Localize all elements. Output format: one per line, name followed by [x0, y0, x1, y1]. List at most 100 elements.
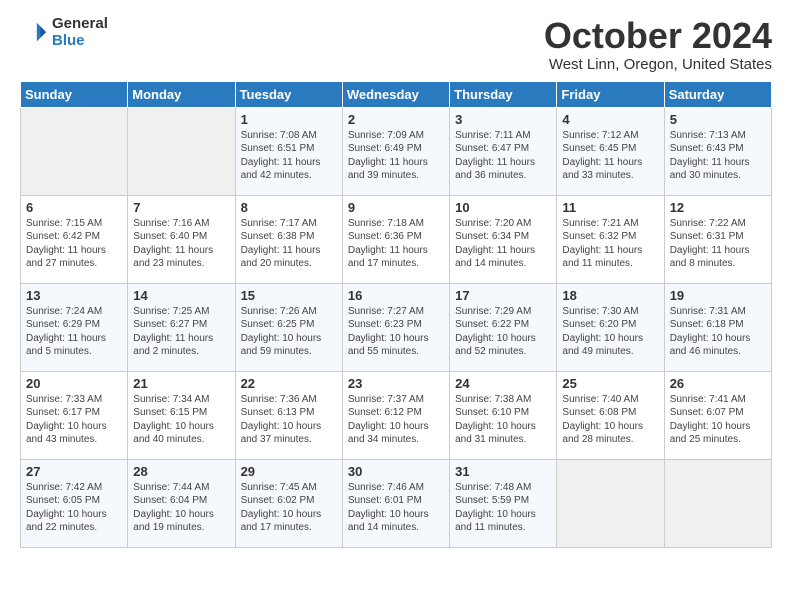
day-number: 27 [26, 464, 122, 479]
calendar-cell: 14 Sunrise: 7:25 AMSunset: 6:27 PMDayligh… [128, 283, 235, 371]
calendar-cell: 31 Sunrise: 7:48 AMSunset: 5:59 PMDayligh… [450, 459, 557, 547]
calendar-cell: 1 Sunrise: 7:08 AMSunset: 6:51 PMDaylight… [235, 107, 342, 195]
day-number: 23 [348, 376, 444, 391]
day-detail: Sunrise: 7:33 AMSunset: 6:17 PMDaylight:… [26, 393, 122, 447]
calendar-cell: 17 Sunrise: 7:29 AMSunset: 6:22 PMDayligh… [450, 283, 557, 371]
calendar-cell: 20 Sunrise: 7:33 AMSunset: 6:17 PMDayligh… [21, 371, 128, 459]
calendar-cell [557, 459, 664, 547]
day-number: 14 [133, 288, 229, 303]
calendar-cell: 10 Sunrise: 7:20 AMSunset: 6:34 PMDayligh… [450, 195, 557, 283]
day-number: 6 [26, 200, 122, 215]
day-detail: Sunrise: 7:08 AMSunset: 6:51 PMDaylight:… [241, 129, 337, 183]
calendar-header-monday: Monday [128, 81, 235, 107]
calendar-week-row: 1 Sunrise: 7:08 AMSunset: 6:51 PMDaylight… [21, 107, 772, 195]
day-detail: Sunrise: 7:20 AMSunset: 6:34 PMDaylight:… [455, 217, 551, 271]
logo-general: General [52, 16, 108, 33]
day-detail: Sunrise: 7:45 AMSunset: 6:02 PMDaylight:… [241, 481, 337, 535]
calendar-week-row: 6 Sunrise: 7:15 AMSunset: 6:42 PMDaylight… [21, 195, 772, 283]
day-detail: Sunrise: 7:17 AMSunset: 6:38 PMDaylight:… [241, 217, 337, 271]
day-detail: Sunrise: 7:16 AMSunset: 6:40 PMDaylight:… [133, 217, 229, 271]
calendar-cell: 21Sunrise: 7:34 AMSunset: 6:15 PMDayligh… [128, 371, 235, 459]
day-detail: Sunrise: 7:29 AMSunset: 6:22 PMDaylight:… [455, 305, 551, 359]
day-number: 17 [455, 288, 551, 303]
calendar-cell: 19 Sunrise: 7:31 AMSunset: 6:18 PMDayligh… [664, 283, 771, 371]
calendar-cell [664, 459, 771, 547]
calendar-cell: 27 Sunrise: 7:42 AMSunset: 6:05 PMDayligh… [21, 459, 128, 547]
calendar-cell: 15 Sunrise: 7:26 AMSunset: 6:25 PMDayligh… [235, 283, 342, 371]
title-block: October 2024 West Linn, Oregon, United S… [544, 16, 772, 73]
calendar-header-sunday: Sunday [21, 81, 128, 107]
calendar-header-wednesday: Wednesday [342, 81, 449, 107]
calendar-cell: 8 Sunrise: 7:17 AMSunset: 6:38 PMDaylight… [235, 195, 342, 283]
day-detail: Sunrise: 7:48 AMSunset: 5:59 PMDaylight:… [455, 481, 551, 535]
calendar-cell: 2 Sunrise: 7:09 AMSunset: 6:49 PMDaylight… [342, 107, 449, 195]
day-detail: Sunrise: 7:26 AMSunset: 6:25 PMDaylight:… [241, 305, 337, 359]
day-detail: Sunrise: 7:34 AMSunset: 6:15 PMDaylight:… [133, 393, 229, 447]
day-number: 8 [241, 200, 337, 215]
day-detail: Sunrise: 7:38 AMSunset: 6:10 PMDaylight:… [455, 393, 551, 447]
calendar-header-thursday: Thursday [450, 81, 557, 107]
day-number: 30 [348, 464, 444, 479]
calendar-cell [21, 107, 128, 195]
logo: General Blue [20, 16, 108, 49]
day-detail: Sunrise: 7:46 AMSunset: 6:01 PMDaylight:… [348, 481, 444, 535]
day-number: 4 [562, 112, 658, 127]
day-number: 24 [455, 376, 551, 391]
day-detail: Sunrise: 7:09 AMSunset: 6:49 PMDaylight:… [348, 129, 444, 183]
day-number: 7 [133, 200, 229, 215]
calendar-week-row: 20 Sunrise: 7:33 AMSunset: 6:17 PMDayligh… [21, 371, 772, 459]
calendar-table: SundayMondayTuesdayWednesdayThursdayFrid… [20, 81, 772, 548]
day-detail: Sunrise: 7:31 AMSunset: 6:18 PMDaylight:… [670, 305, 766, 359]
page-header: General Blue October 2024 West Linn, Ore… [20, 16, 772, 73]
calendar-header-row: SundayMondayTuesdayWednesdayThursdayFrid… [21, 81, 772, 107]
calendar-cell: 6 Sunrise: 7:15 AMSunset: 6:42 PMDaylight… [21, 195, 128, 283]
day-detail: Sunrise: 7:18 AMSunset: 6:36 PMDaylight:… [348, 217, 444, 271]
day-detail: Sunrise: 7:40 AMSunset: 6:08 PMDaylight:… [562, 393, 658, 447]
calendar-header-saturday: Saturday [664, 81, 771, 107]
day-number: 28 [133, 464, 229, 479]
day-detail: Sunrise: 7:25 AMSunset: 6:27 PMDaylight:… [133, 305, 229, 359]
day-number: 20 [26, 376, 122, 391]
day-detail: Sunrise: 7:11 AMSunset: 6:47 PMDaylight:… [455, 129, 551, 183]
day-detail: Sunrise: 7:42 AMSunset: 6:05 PMDaylight:… [26, 481, 122, 535]
day-number: 10 [455, 200, 551, 215]
calendar-cell: 11Sunrise: 7:21 AMSunset: 6:32 PMDayligh… [557, 195, 664, 283]
calendar-cell: 5Sunrise: 7:13 AMSunset: 6:43 PMDaylight… [664, 107, 771, 195]
day-number: 31 [455, 464, 551, 479]
calendar-header-tuesday: Tuesday [235, 81, 342, 107]
calendar-cell: 28 Sunrise: 7:44 AMSunset: 6:04 PMDayligh… [128, 459, 235, 547]
calendar-cell: 24 Sunrise: 7:38 AMSunset: 6:10 PMDayligh… [450, 371, 557, 459]
day-number: 15 [241, 288, 337, 303]
logo-blue: Blue [52, 33, 108, 50]
day-detail: Sunrise: 7:37 AMSunset: 6:12 PMDaylight:… [348, 393, 444, 447]
day-number: 2 [348, 112, 444, 127]
calendar-cell: 3Sunrise: 7:11 AMSunset: 6:47 PMDaylight… [450, 107, 557, 195]
day-number: 29 [241, 464, 337, 479]
day-number: 1 [241, 112, 337, 127]
calendar-cell: 12Sunrise: 7:22 AMSunset: 6:31 PMDayligh… [664, 195, 771, 283]
day-detail: Sunrise: 7:41 AMSunset: 6:07 PMDaylight:… [670, 393, 766, 447]
calendar-cell: 22Sunrise: 7:36 AMSunset: 6:13 PMDayligh… [235, 371, 342, 459]
calendar-cell: 29 Sunrise: 7:45 AMSunset: 6:02 PMDayligh… [235, 459, 342, 547]
day-detail: Sunrise: 7:22 AMSunset: 6:31 PMDaylight:… [670, 217, 766, 271]
calendar-week-row: 27 Sunrise: 7:42 AMSunset: 6:05 PMDayligh… [21, 459, 772, 547]
calendar-cell: 7 Sunrise: 7:16 AMSunset: 6:40 PMDaylight… [128, 195, 235, 283]
day-detail: Sunrise: 7:15 AMSunset: 6:42 PMDaylight:… [26, 217, 122, 271]
day-number: 18 [562, 288, 658, 303]
day-number: 9 [348, 200, 444, 215]
day-number: 5 [670, 112, 766, 127]
calendar-cell [128, 107, 235, 195]
day-detail: Sunrise: 7:30 AMSunset: 6:20 PMDaylight:… [562, 305, 658, 359]
day-number: 19 [670, 288, 766, 303]
day-number: 26 [670, 376, 766, 391]
day-detail: Sunrise: 7:36 AMSunset: 6:13 PMDaylight:… [241, 393, 337, 447]
calendar-cell: 13Sunrise: 7:24 AMSunset: 6:29 PMDayligh… [21, 283, 128, 371]
logo-icon [20, 19, 48, 47]
day-detail: Sunrise: 7:12 AMSunset: 6:45 PMDaylight:… [562, 129, 658, 183]
day-detail: Sunrise: 7:44 AMSunset: 6:04 PMDaylight:… [133, 481, 229, 535]
calendar-week-row: 13Sunrise: 7:24 AMSunset: 6:29 PMDayligh… [21, 283, 772, 371]
month-title: October 2024 [544, 16, 772, 56]
day-number: 25 [562, 376, 658, 391]
day-detail: Sunrise: 7:27 AMSunset: 6:23 PMDaylight:… [348, 305, 444, 359]
day-detail: Sunrise: 7:21 AMSunset: 6:32 PMDaylight:… [562, 217, 658, 271]
